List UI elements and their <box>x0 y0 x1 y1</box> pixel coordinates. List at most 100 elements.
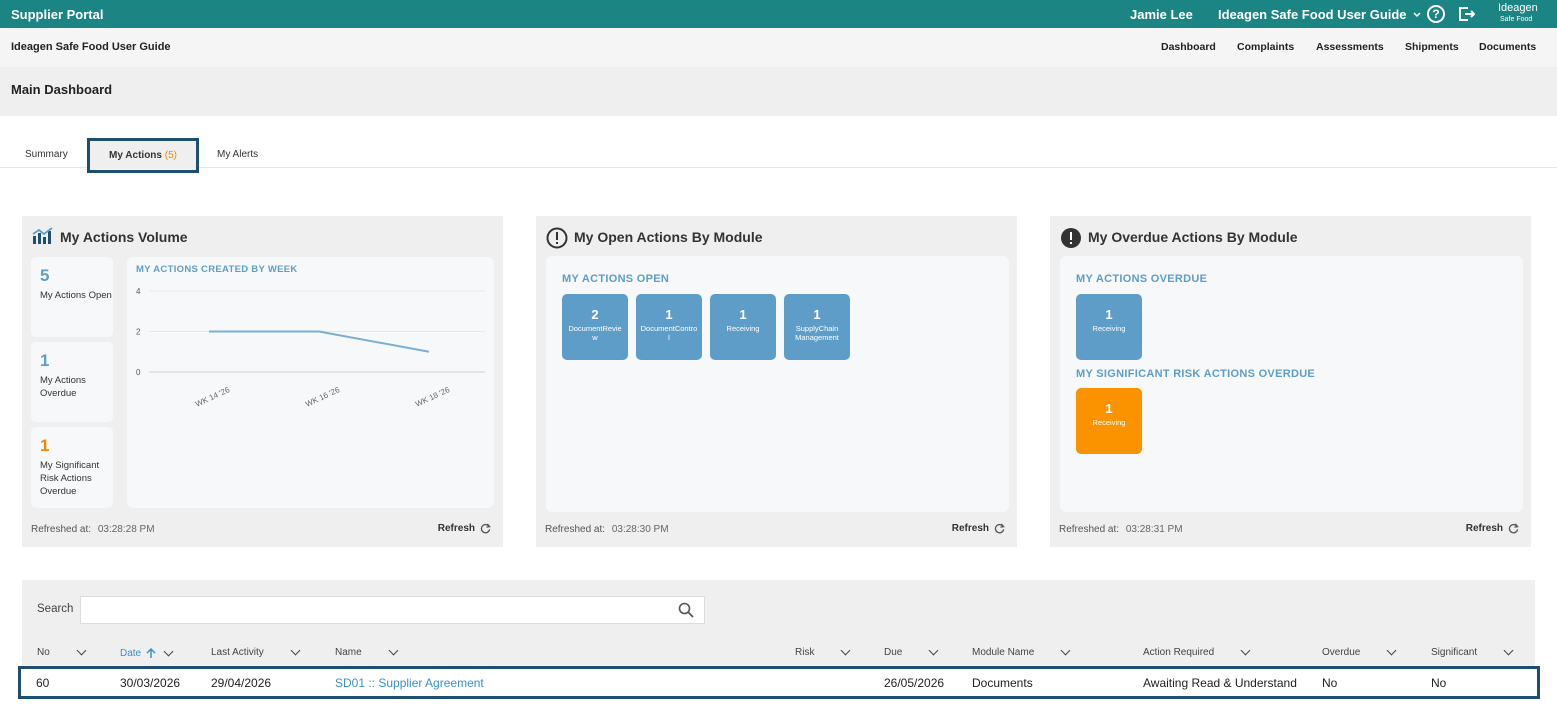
chevron-down-icon <box>388 645 399 656</box>
col-module-name[interactable]: Module Name <box>972 645 1071 658</box>
chevron-down-icon <box>76 645 87 656</box>
refreshed-time: 03:28:28 PM <box>97 524 155 535</box>
tile-label: Receiving <box>726 324 760 333</box>
chevron-down-icon <box>1240 645 1251 656</box>
y-tick-label: 0 <box>136 368 141 377</box>
refresh-icon <box>1508 523 1519 534</box>
refreshed-info: Refreshed at: 03:28:28 PM <box>31 524 155 535</box>
col-due[interactable]: Due <box>884 645 939 658</box>
tab-my-actions-label: My Actions <box>109 150 162 161</box>
cell-significant: No <box>1431 676 1447 690</box>
search-input[interactable] <box>80 596 705 624</box>
col-overdue-label: Overdue <box>1322 647 1361 658</box>
refresh-button[interactable]: Refresh <box>1466 523 1519 534</box>
chevron-down-icon <box>1503 645 1514 656</box>
series-line <box>209 330 430 353</box>
logout-icon[interactable] <box>1457 5 1476 28</box>
chart-icon <box>32 227 53 244</box>
col-date[interactable]: Date <box>120 646 174 659</box>
refreshed-info: Refreshed at: 03:28:31 PM <box>1059 524 1183 535</box>
tile-receiving[interactable]: 1 Receiving <box>710 294 776 360</box>
refreshed-time: 03:28:31 PM <box>1125 524 1183 535</box>
col-risk[interactable]: Risk <box>795 645 851 658</box>
cell-action-required: Awaiting Read & Understand <box>1143 676 1297 690</box>
stat-label: My Actions Open <box>40 290 112 301</box>
col-significant[interactable]: Significant <box>1431 645 1514 658</box>
refreshed-label: Refreshed at: <box>31 524 92 535</box>
cell-due: 26/05/2026 <box>884 676 945 690</box>
tab-my-alerts[interactable]: My Alerts <box>217 149 258 160</box>
overdue-actions-panel: My Overdue Actions By Module MY ACTIONS … <box>1050 216 1531 547</box>
help-icon[interactable]: ? <box>1427 5 1445 23</box>
col-action-required[interactable]: Action Required <box>1143 645 1251 658</box>
stat-value: 1 <box>40 351 50 370</box>
portal-brand[interactable]: Supplier Portal <box>11 7 103 22</box>
stat-actions-overdue[interactable]: 1 My Actions Overdue <box>31 342 113 422</box>
search-label: Search <box>37 603 74 615</box>
nav-dashboard[interactable]: Dashboard <box>1161 41 1216 53</box>
weekly-line-chart: 0 2 4 WK 14 '26 WK 16 '26 WK 18 '26 <box>136 287 485 409</box>
refresh-button[interactable]: Refresh <box>952 523 1005 534</box>
tile-supply-chain-management[interactable]: 1 SupplyChain Management <box>784 294 850 360</box>
open-actions-panel: My Open Actions By Module MY ACTIONS OPE… <box>536 216 1017 547</box>
cell-last-activity: 29/04/2026 <box>211 676 272 690</box>
tile-document-control[interactable]: 1 DocumentControl <box>636 294 702 360</box>
chevron-down-icon <box>1386 645 1397 656</box>
stat-label: My Significant Risk Actions Overdue <box>40 460 100 497</box>
nav-complaints[interactable]: Complaints <box>1237 41 1294 53</box>
stat-label: My Actions Overdue <box>40 375 86 399</box>
col-due-label: Due <box>884 647 903 658</box>
col-last-activity[interactable]: Last Activity <box>211 645 301 658</box>
stat-significant-risk-overdue[interactable]: 1 My Significant Risk Actions Overdue <box>31 427 113 508</box>
tile-significant-receiving[interactable]: 1 Receiving <box>1076 388 1142 454</box>
col-date-label: Date <box>120 647 142 659</box>
overdue-actions-card: MY ACTIONS OVERDUE 1 Receiving MY SIGNIF… <box>1060 256 1523 512</box>
open-actions-card: MY ACTIONS OPEN 2 DocumentReview 1 Docum… <box>546 256 1009 512</box>
col-module-name-label: Module Name <box>972 647 1035 658</box>
x-tick-label: WK 16 '26 <box>304 385 342 409</box>
tile-overdue-receiving[interactable]: 1 Receiving <box>1076 294 1142 360</box>
stat-value: 5 <box>40 266 50 285</box>
refresh-button[interactable]: Refresh <box>438 523 491 534</box>
refreshed-time: 03:28:30 PM <box>611 524 669 535</box>
actions-volume-panel: My Actions Volume 5 My Actions Open 1 My… <box>22 216 503 547</box>
tile-label: Receiving <box>1092 418 1126 427</box>
cell-date: 30/03/2026 <box>120 676 181 690</box>
chevron-down-icon <box>290 645 301 656</box>
y-tick-label: 4 <box>136 287 141 296</box>
tile-value: 1 <box>1105 307 1113 322</box>
tile-value: 1 <box>739 307 747 322</box>
col-name[interactable]: Name <box>335 645 399 658</box>
nav-documents[interactable]: Documents <box>1479 41 1536 53</box>
title-band: Main Dashboard <box>0 67 1557 116</box>
col-overdue[interactable]: Overdue <box>1322 645 1397 658</box>
user-name[interactable]: Jamie Lee <box>1130 7 1193 22</box>
tab-bar: Summary My Actions (5) My Alerts <box>0 138 1557 173</box>
arrow-up-icon <box>146 647 156 658</box>
page-title: Main Dashboard <box>11 82 113 97</box>
tile-label: SupplyChain Management <box>795 324 839 342</box>
weekly-chart-card: MY ACTIONS CREATED BY WEEK 0 2 4 WK 14 '26 W… <box>127 257 494 508</box>
tab-summary[interactable]: Summary <box>25 149 68 160</box>
chevron-down-icon <box>1060 645 1071 656</box>
col-no[interactable]: No <box>37 645 87 658</box>
refresh-icon <box>480 523 491 534</box>
site-selector[interactable]: Ideagen Safe Food User Guide <box>1218 7 1421 22</box>
tab-my-actions[interactable]: My Actions (5) <box>87 138 199 173</box>
nav-shipments[interactable]: Shipments <box>1405 41 1459 53</box>
tile-document-review[interactable]: 2 DocumentReview <box>562 294 628 360</box>
refresh-label: Refresh <box>951 523 989 534</box>
col-significant-label: Significant <box>1431 647 1478 658</box>
y-tick-label: 2 <box>136 328 141 337</box>
nav-assessments[interactable]: Assessments <box>1316 41 1384 53</box>
col-action-required-label: Action Required <box>1143 647 1215 658</box>
stat-actions-open[interactable]: 5 My Actions Open <box>31 257 113 337</box>
search-icon[interactable] <box>678 602 694 618</box>
refreshed-info: Refreshed at: 03:28:30 PM <box>545 524 669 535</box>
tile-value: 2 <box>591 307 599 322</box>
cell-name-link[interactable]: SD01 :: Supplier Agreement <box>335 676 484 690</box>
exclamation-filled-icon <box>1061 228 1081 248</box>
tile-value: 1 <box>1105 401 1113 416</box>
refreshed-label: Refreshed at: <box>1059 524 1120 535</box>
actions-overdue-heading: MY ACTIONS OVERDUE <box>1076 273 1208 285</box>
